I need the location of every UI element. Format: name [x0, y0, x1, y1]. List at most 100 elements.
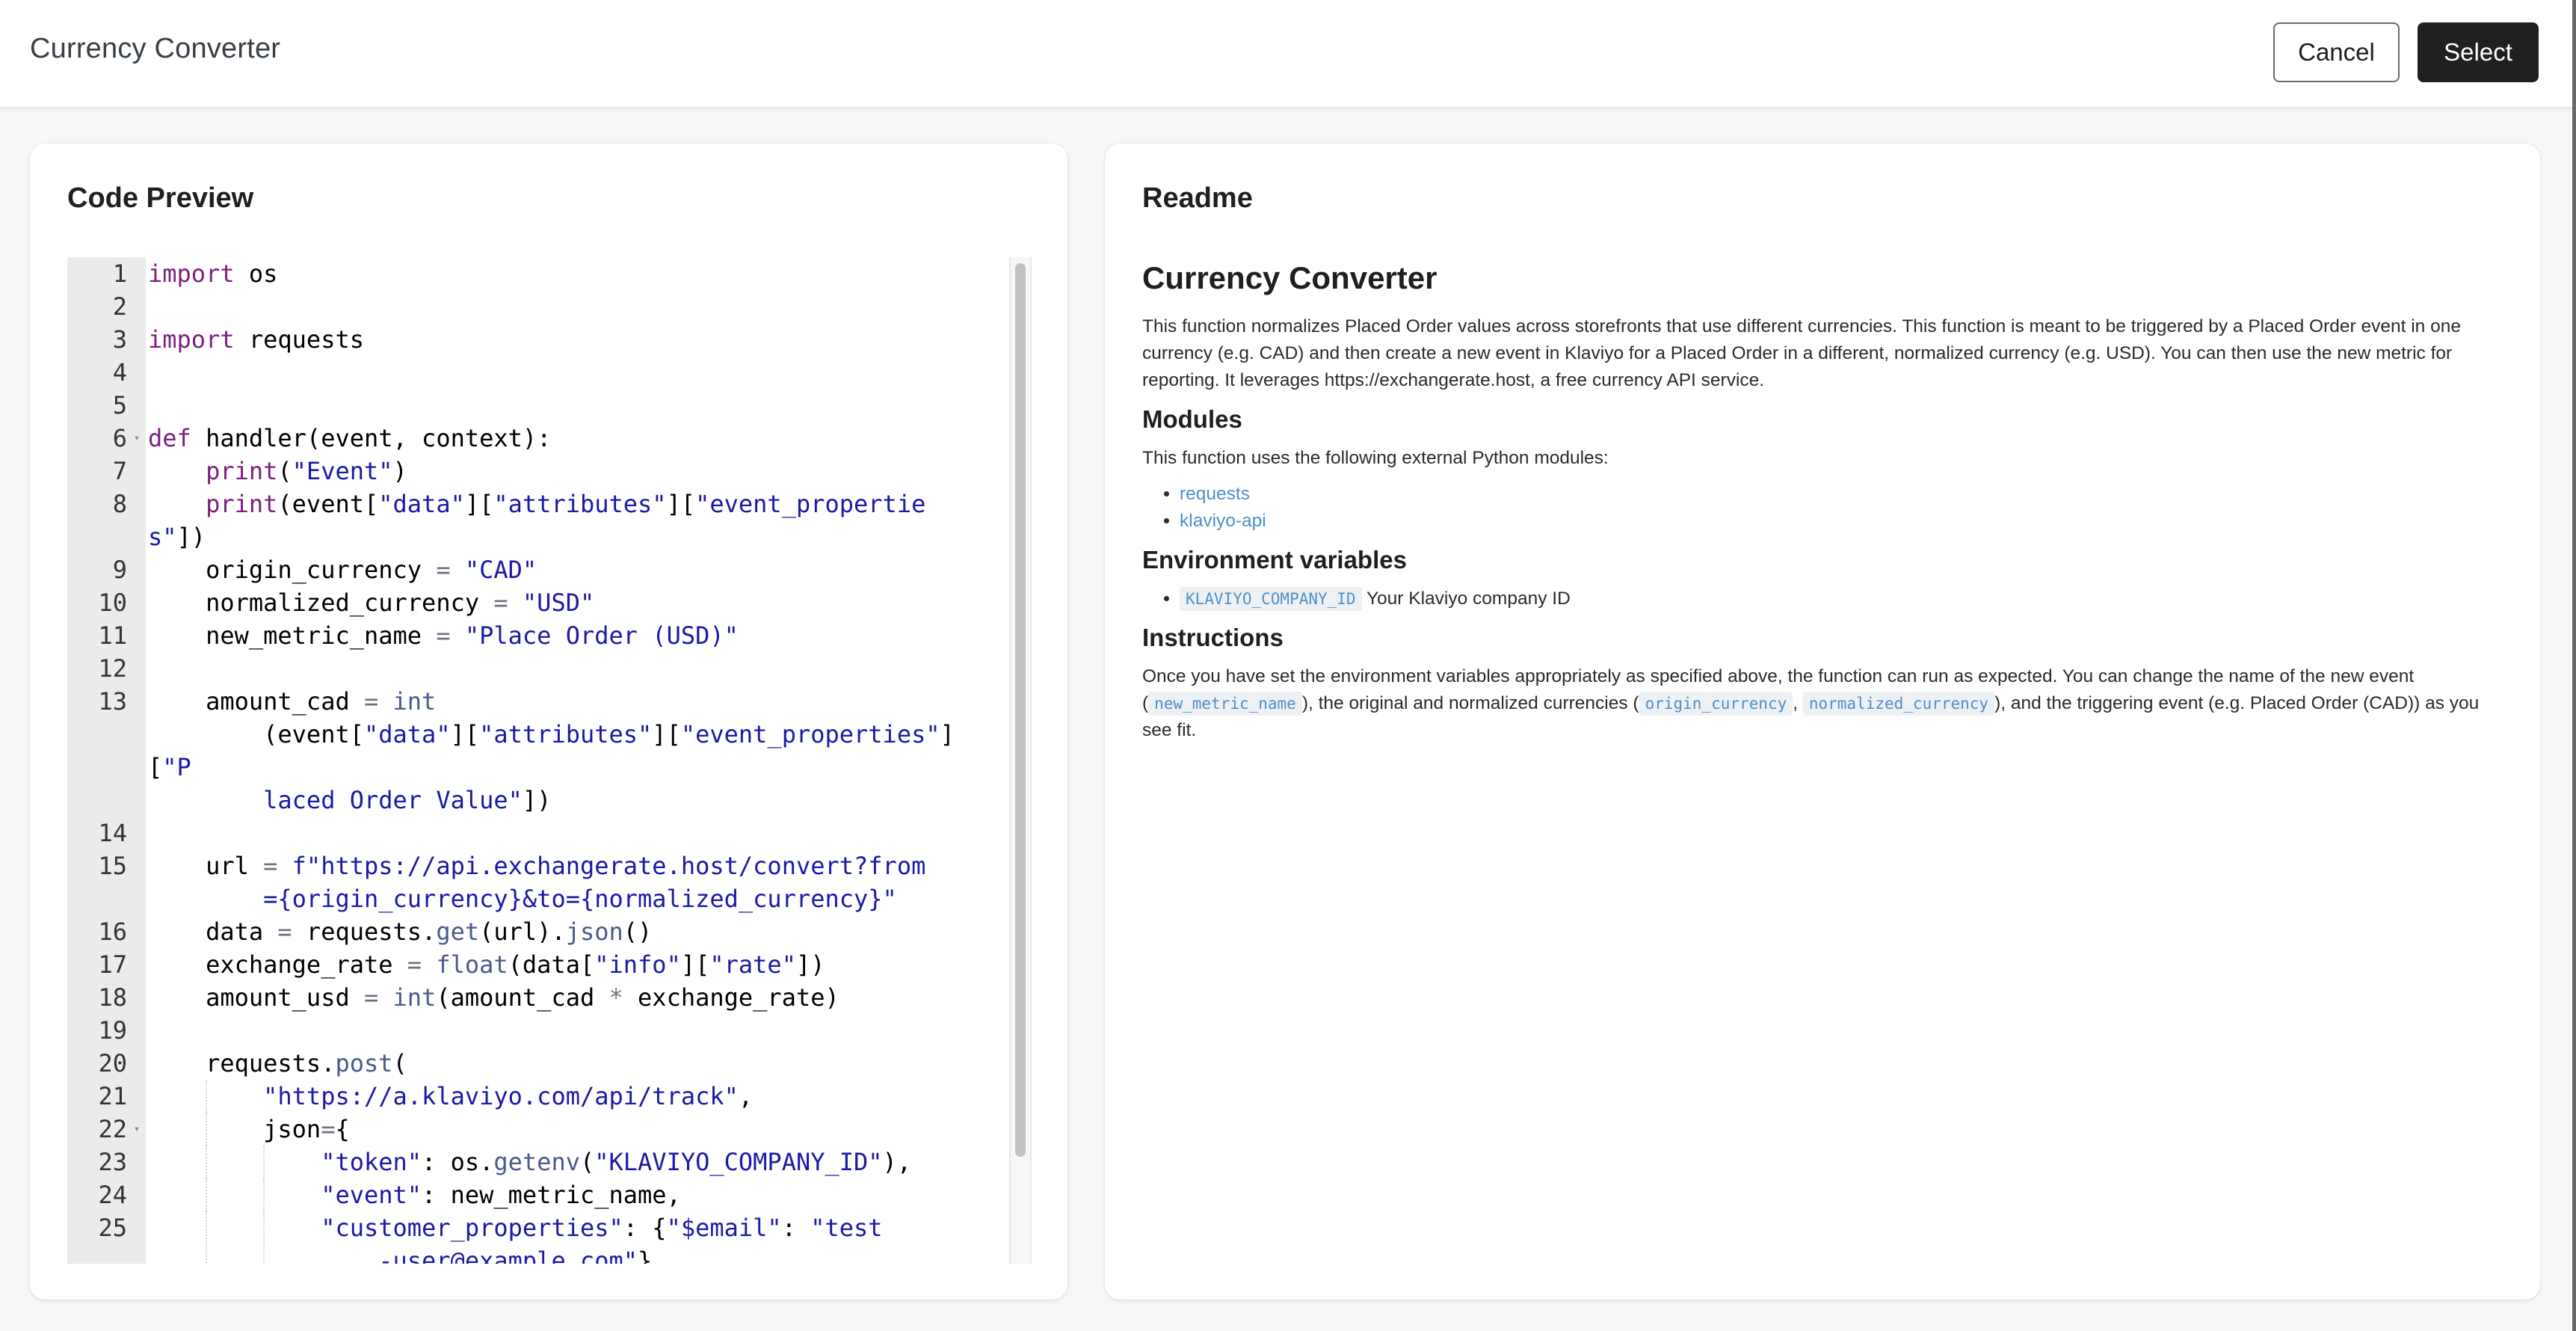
line-number: 10 [98, 588, 127, 617]
code-token: normalized_currency [206, 588, 494, 617]
code-token: "event_properties" [680, 720, 940, 749]
line-number: 19 [98, 1016, 127, 1045]
code-token: post [335, 1049, 393, 1078]
code-token: ][ [450, 720, 480, 749]
code-line: 13 amount_cad = int (event["data"]["attr… [67, 685, 994, 817]
code-token: ( [579, 1148, 595, 1176]
code-text: ​ [148, 389, 978, 422]
code-token: requests. [206, 1049, 336, 1078]
line-number: 7 [112, 457, 127, 485]
code-token: : [781, 1214, 811, 1242]
code-token: { [335, 1115, 350, 1143]
code-token: ( [392, 1049, 407, 1078]
module-link-requests[interactable]: requests [1180, 484, 1250, 504]
line-number: 21 [98, 1082, 127, 1110]
code-text: import requests [148, 323, 978, 356]
readme-card: Readme Currency Converter This function … [1105, 144, 2540, 1300]
module-link-klaviyo-api[interactable]: klaviyo-api [1180, 511, 1266, 531]
code-token: new_metric_name [206, 621, 437, 650]
line-number: 23 [98, 1148, 127, 1176]
code-token: (amount_cad [436, 983, 609, 1012]
env-heading: Environment variables [1142, 546, 1407, 574]
code-token: "data" [363, 720, 451, 749]
code-token: * [608, 983, 623, 1012]
code-token: get [436, 917, 480, 946]
code-line: 25 "customer_properties": {"$email": "te… [67, 1211, 994, 1264]
line-number: 13 [98, 687, 127, 716]
code-text: normalized_currency = "USD" [148, 586, 978, 619]
code-line: 1 import os [67, 257, 994, 290]
code-text: exchange_rate = float(data["info"]["rate… [148, 948, 978, 981]
code-line: 21 "https://a.klaviyo.com/api/track", [67, 1080, 994, 1113]
code-preview-card: Code Preview 1import os2​3import request… [30, 144, 1067, 1300]
code-line: 14 ​ [67, 817, 994, 849]
code-preview-title: Code Preview [67, 182, 254, 214]
line-number: 22 [98, 1115, 127, 1143]
line-number: 8 [112, 490, 127, 518]
cancel-button[interactable]: Cancel [2273, 22, 2400, 82]
code-text: json={ [148, 1113, 978, 1146]
code-token: origin_currency [206, 556, 437, 584]
env-var-name: KLAVIYO_COMPANY_ID [1180, 587, 1362, 611]
code-line: 23 "token": os.getenv("KLAVIYO_COMPANY_I… [67, 1146, 994, 1178]
modules-list: requests klaviyo-api [1142, 481, 2503, 535]
line-number: 4 [112, 358, 127, 387]
code-token: ]) [176, 523, 206, 551]
instructions-part: , [1793, 693, 1803, 713]
code-text: "token": os.getenv("KLAVIYO_COMPANY_ID")… [148, 1146, 978, 1178]
line-number: 11 [98, 621, 127, 650]
editor-scrollbar[interactable] [1009, 257, 1032, 1264]
code-token: ( [277, 457, 292, 485]
line-number: 5 [112, 391, 127, 419]
code-token: = [407, 950, 422, 979]
code-token: "Place Order (USD)" [464, 621, 739, 650]
code-token: "data" [378, 490, 465, 518]
code-token: "https://a.klaviyo.com/api/track" [263, 1082, 739, 1110]
code-token: exchange_rate [206, 950, 407, 979]
code-text: import os [148, 257, 978, 290]
code-token: ]) [795, 950, 825, 979]
code-text: amount_cad = int (event["data"]["attribu… [148, 685, 978, 817]
code-token: amount_cad [206, 687, 364, 716]
code-token: int [392, 983, 437, 1012]
line-number: 20 [98, 1049, 127, 1078]
code-line: 10 normalized_currency = "USD" [67, 586, 994, 619]
code-token: (url). [479, 917, 566, 946]
line-number: 6 [112, 424, 127, 452]
instructions-heading: Instructions [1142, 624, 1284, 651]
top-bar: Currency Converter Cancel Select [0, 0, 2576, 107]
code-token: int [392, 687, 437, 716]
select-button[interactable]: Select [2418, 22, 2539, 82]
code-text: ​ [148, 290, 978, 323]
line-number: 15 [98, 852, 127, 880]
fold-arrow-icon[interactable]: ▾ [130, 1113, 144, 1146]
code-origin-currency: origin_currency [1639, 692, 1793, 716]
code-line: 22 ▾ json={ [67, 1113, 994, 1146]
readme-content: Currency Converter This function normali… [1142, 259, 2503, 753]
line-number: 2 [112, 292, 127, 321]
code-line: 7 print("Event") [67, 455, 994, 488]
code-text: print("Event") [148, 455, 978, 488]
code-editor[interactable]: 1import os2​3import requests4​5​6▾def ha… [67, 257, 1032, 1264]
line-number: 12 [98, 654, 127, 683]
code-line: 2​ [67, 290, 994, 323]
code-line: 8 print(event["data"]["attributes"]["eve… [67, 488, 994, 553]
code-token: }, [638, 1247, 667, 1264]
line-number: 9 [112, 556, 127, 584]
code-text: def handler(event, context): [148, 422, 978, 455]
code-token: ]) [522, 786, 552, 814]
code-token: = [277, 917, 292, 946]
line-number: 25 [98, 1214, 127, 1242]
indent-guide [263, 1211, 265, 1264]
indent-guide [263, 1178, 265, 1211]
code-token: = [493, 588, 508, 617]
code-text: ​ [148, 1014, 978, 1047]
fold-arrow-icon[interactable]: ▾ [130, 422, 144, 455]
code-token: "P laced Order Value" [162, 753, 523, 814]
editor-scrollbar-thumb[interactable] [1015, 263, 1026, 1157]
